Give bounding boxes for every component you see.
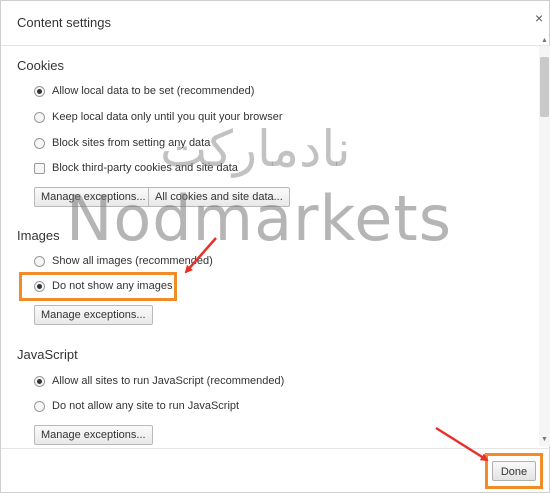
cookies-allow-option[interactable]: Allow local data to be set (recommended) [34, 83, 254, 99]
option-label: Block sites from setting any data [52, 137, 211, 149]
cookies-manage-exceptions-button[interactable]: Manage exceptions... [34, 187, 153, 207]
images-section-title: Images [17, 228, 60, 243]
content-settings-dialog: Content settings × Cookies Allow local d… [0, 0, 550, 493]
javascript-manage-exceptions-button[interactable]: Manage exceptions... [34, 425, 153, 445]
all-cookies-site-data-button[interactable]: All cookies and site data... [148, 187, 290, 207]
images-show-all-option[interactable]: Show all images (recommended) [34, 253, 213, 269]
scrollbar-thumb[interactable] [540, 57, 549, 117]
radio-button[interactable] [34, 400, 45, 412]
images-manage-exceptions-button[interactable]: Manage exceptions... [34, 305, 153, 325]
radio-button-selected[interactable] [34, 375, 45, 387]
block-third-party-checkbox-row[interactable]: Block third-party cookies and site data [34, 160, 238, 176]
option-label: Do not show any images [52, 280, 173, 292]
radio-button-selected[interactable] [34, 280, 45, 292]
scroll-up-arrow-icon[interactable]: ▲ [541, 37, 548, 44]
footer-divider [1, 448, 550, 449]
javascript-section-title: JavaScript [17, 347, 78, 362]
option-label: Do not allow any site to run JavaScript [52, 400, 240, 412]
radio-button[interactable] [34, 255, 45, 267]
option-label: Allow local data to be set (recommended) [52, 85, 255, 97]
dialog-title: Content settings [17, 15, 111, 30]
settings-scroll-area: Cookies Allow local data to be set (reco… [1, 46, 550, 446]
close-icon[interactable]: × [535, 11, 543, 25]
images-do-not-show-option[interactable]: Do not show any images [34, 278, 172, 294]
scroll-down-arrow-icon[interactable]: ▼ [541, 436, 548, 443]
done-button[interactable]: Done [492, 461, 536, 481]
checkbox-label: Block third-party cookies and site data [52, 162, 238, 174]
radio-button-selected[interactable] [34, 85, 45, 97]
radio-button[interactable] [34, 111, 45, 123]
option-label: Allow all sites to run JavaScript (recom… [52, 375, 285, 387]
cookies-section-title: Cookies [17, 58, 64, 73]
javascript-block-option[interactable]: Do not allow any site to run JavaScript [34, 398, 239, 414]
radio-button[interactable] [34, 137, 45, 149]
option-label: Show all images (recommended) [52, 255, 213, 267]
cookies-block-option[interactable]: Block sites from setting any data [34, 135, 210, 151]
javascript-allow-option[interactable]: Allow all sites to run JavaScript (recom… [34, 373, 284, 389]
cookies-keep-until-quit-option[interactable]: Keep local data only until you quit your… [34, 109, 283, 125]
option-label: Keep local data only until you quit your… [52, 111, 283, 123]
block-third-party-checkbox[interactable] [34, 162, 45, 174]
